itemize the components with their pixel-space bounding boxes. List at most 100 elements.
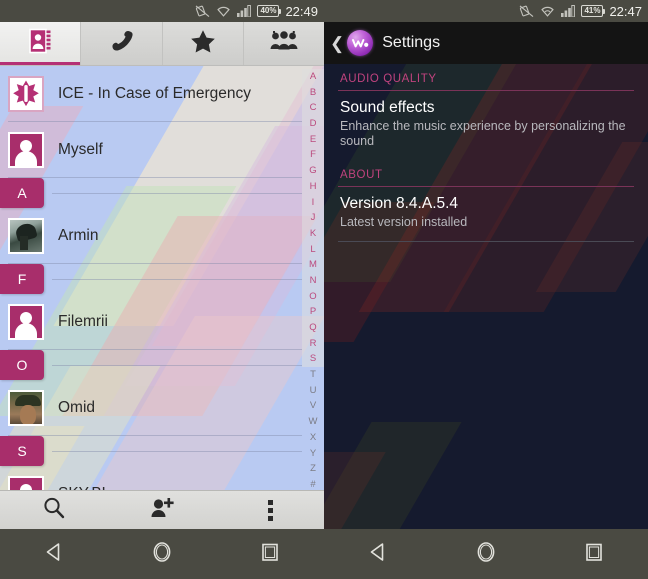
- alpha-index-letter[interactable]: W: [302, 414, 324, 430]
- alpha-index-letter[interactable]: R: [302, 335, 324, 352]
- section-header: F: [0, 264, 324, 294]
- tab-dialer[interactable]: [81, 22, 163, 65]
- back-triangle-icon: [43, 541, 65, 568]
- alpha-index-letter[interactable]: J: [302, 210, 324, 226]
- list-item[interactable]: ICE - In Case of Emergency: [0, 66, 324, 122]
- contacts-tab-bar: [0, 22, 324, 66]
- battery-indicator: 41%: [581, 5, 606, 17]
- nav-home[interactable]: [108, 529, 216, 579]
- battery-percent-label: 41%: [584, 6, 601, 15]
- alpha-index-letter[interactable]: N: [302, 272, 324, 289]
- alpha-index-letter[interactable]: K: [302, 225, 324, 242]
- address-book-icon: [28, 28, 52, 59]
- nav-recents[interactable]: [540, 529, 648, 579]
- alpha-index-letter[interactable]: L: [302, 241, 324, 258]
- tab-groups[interactable]: [243, 22, 324, 65]
- section-letter-badge: S: [0, 436, 44, 466]
- tab-favorites[interactable]: [162, 22, 244, 65]
- alpha-index-letter[interactable]: Z: [302, 461, 324, 477]
- section-letter-badge: A: [0, 178, 44, 208]
- list-divider: [338, 241, 634, 242]
- alpha-index-letter[interactable]: I: [302, 194, 324, 211]
- contact-name: Myself: [58, 141, 103, 158]
- alpha-index-letter[interactable]: M: [302, 257, 324, 273]
- recents-square-icon: [584, 541, 604, 568]
- alpha-index-letter[interactable]: E: [302, 131, 324, 148]
- nav-recents[interactable]: [216, 529, 324, 579]
- section-header-about: ABOUT: [340, 169, 383, 181]
- alpha-index-letter[interactable]: S: [302, 351, 324, 368]
- alpha-index-letter[interactable]: H: [302, 178, 324, 195]
- section-header: O: [0, 350, 324, 380]
- contact-name: Omid: [58, 399, 96, 416]
- signal-icon: [561, 5, 576, 17]
- alpha-index-letter[interactable]: F: [302, 147, 324, 164]
- alpha-index-letter[interactable]: U: [302, 383, 324, 399]
- list-item[interactable]: Armin: [0, 208, 324, 264]
- section-header: A: [0, 178, 324, 208]
- list-item[interactable]: Myself: [0, 122, 324, 178]
- right-nav-group: [324, 529, 648, 579]
- default-person-icon: [8, 304, 44, 340]
- alpha-index-letter[interactable]: Y: [302, 446, 324, 462]
- section-letter-badge: O: [0, 350, 44, 380]
- screen-rotation-off-icon: [195, 4, 210, 18]
- nav-home[interactable]: [432, 529, 540, 579]
- wifi-icon: [540, 5, 555, 17]
- section-letter-badge: F: [0, 264, 44, 294]
- overflow-menu-button[interactable]: [216, 499, 324, 521]
- contact-name: Filemrii: [58, 313, 108, 330]
- contact-name: Armin: [58, 227, 99, 244]
- tab-contacts[interactable]: [0, 22, 82, 65]
- battery-indicator: 40%: [257, 5, 282, 17]
- home-circle-icon: [475, 540, 497, 569]
- contacts-list[interactable]: ICE - In Case of Emergency Myself A Armi…: [0, 66, 324, 522]
- default-person-icon: [8, 132, 44, 168]
- setting-item-sound-effects[interactable]: Sound effects Enhance the music experien…: [324, 91, 648, 160]
- alpha-index-letter[interactable]: B: [302, 84, 324, 101]
- contacts-bottom-bar: [0, 490, 324, 529]
- screen-rotation-off-icon: [519, 4, 534, 18]
- add-person-icon: [149, 496, 176, 525]
- contact-name: ICE - In Case of Emergency: [58, 85, 251, 102]
- alpha-index-letter[interactable]: C: [302, 100, 324, 117]
- left-status-bar: 40% 22:49: [0, 0, 324, 22]
- recents-square-icon: [260, 541, 280, 568]
- add-contact-button[interactable]: [108, 496, 216, 525]
- nav-back[interactable]: [0, 529, 108, 579]
- back-triangle-icon: [367, 541, 389, 568]
- list-item[interactable]: Omid: [0, 380, 324, 436]
- alpha-index-letter[interactable]: G: [302, 163, 324, 179]
- contact-photo-avatar: [8, 390, 44, 426]
- list-item[interactable]: Filemrii: [0, 294, 324, 350]
- right-clock: 22:47: [609, 3, 642, 19]
- setting-title: Sound effects: [340, 99, 435, 116]
- setting-title: Version 8.4.A.5.4: [340, 195, 459, 212]
- settings-content: AUDIO QUALITY Sound effects Enhance the …: [324, 64, 648, 529]
- setting-subtitle: Latest version installed: [340, 215, 468, 229]
- signal-icon: [237, 5, 252, 17]
- nav-back[interactable]: [324, 529, 432, 579]
- emergency-star-icon: [8, 76, 44, 112]
- settings-action-bar: ❮ Settings: [324, 22, 648, 64]
- left-nav-group: [0, 529, 324, 579]
- setting-item-version[interactable]: Version 8.4.A.5.4 Latest version install…: [324, 187, 648, 241]
- back-chevron-icon[interactable]: ❮: [330, 35, 344, 52]
- search-button[interactable]: [0, 496, 108, 525]
- left-clock: 22:49: [285, 3, 318, 19]
- left-phone-screen: 40% 22:49 ICE - In Case of Emergency Mys…: [0, 0, 324, 529]
- alphabet-index-scrollbar[interactable]: A B C D E F G H I J K L M N O P Q R S T U V W X Y Z #: [302, 66, 324, 490]
- alpha-index-letter[interactable]: X: [302, 430, 324, 446]
- section-header-audio-quality: AUDIO QUALITY: [340, 73, 437, 85]
- setting-subtitle: Enhance the music experience by personal…: [340, 119, 626, 148]
- alpha-index-letter[interactable]: V: [302, 398, 324, 414]
- phone-handset-icon: [108, 29, 134, 58]
- alpha-index-letter[interactable]: A: [302, 69, 324, 85]
- alpha-index-letter[interactable]: D: [302, 116, 324, 132]
- alpha-index-letter[interactable]: O: [302, 288, 324, 305]
- page-title: Settings: [382, 34, 441, 51]
- alpha-index-letter[interactable]: T: [302, 367, 324, 383]
- alpha-index-letter[interactable]: P: [302, 304, 324, 320]
- alpha-index-letter[interactable]: Q: [302, 320, 324, 336]
- walkman-logo-icon[interactable]: [347, 30, 374, 56]
